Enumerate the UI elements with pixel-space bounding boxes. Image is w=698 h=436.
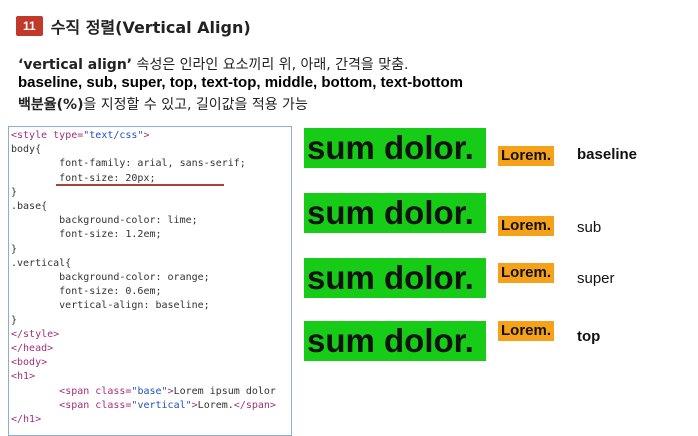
align-label: baseline	[577, 146, 638, 163]
code-line-highlighted: vertical-align: baseline;	[11, 300, 210, 312]
code-line: <body>	[11, 357, 48, 369]
percent-keyword: 백분율(%)	[18, 97, 84, 113]
code-line: .vertical{	[11, 257, 72, 269]
base-span: sum dolor.	[304, 321, 486, 361]
code-line: <span class="vertical">Lorem.</span>	[59, 399, 276, 411]
section-header: 11 수직 정렬(Vertical Align)	[16, 14, 251, 38]
code-line: </head>	[11, 343, 54, 355]
code-line: <span class="base">Lorem ipsum dolor	[59, 385, 276, 397]
base-span: sum dolor.	[304, 258, 486, 298]
description-line-1: ‘vertical align’ 속성은 인라인 요소끼리 위, 아래, 간격을…	[18, 54, 408, 74]
code-line: <style type="text/css">	[11, 130, 150, 141]
code-line: </style>	[11, 328, 60, 340]
vertical-span: Lorem.	[498, 321, 555, 341]
code-line: font-family: arial, sans-serif;	[11, 158, 246, 170]
code-line: }	[11, 243, 18, 255]
code-line: background-color: lime;	[11, 215, 198, 227]
description-line-3: 백분율(%)을 지정할 수 있고, 길이값을 적용 가능	[18, 94, 308, 114]
value-list: baseline, sub, super, top, text-top, mid…	[18, 74, 464, 91]
code-listing: <style type="text/css"> body{ font-famil…	[8, 126, 292, 436]
align-label: top	[577, 328, 601, 345]
code-line: }	[11, 314, 18, 326]
vertical-span: Lorem.	[498, 216, 555, 236]
code-line: <h1>	[11, 371, 36, 383]
code-line: body{	[11, 144, 42, 156]
code-line: }	[11, 186, 18, 198]
align-label: sub	[577, 219, 602, 236]
code-line: background-color: orange;	[11, 272, 210, 284]
align-label: super	[577, 270, 615, 287]
code-line: .base{	[11, 201, 48, 213]
base-span: sum dolor.	[304, 193, 486, 233]
code-line: font-size: 0.6em;	[11, 286, 162, 298]
code-line: </h1>	[11, 414, 42, 426]
property-keyword: ‘vertical align’	[18, 57, 133, 73]
vertical-span: Lorem.	[498, 146, 555, 166]
percent-text: 을 지정할 수 있고, 길이값을 적용 가능	[83, 97, 308, 113]
section-title: 수직 정렬(Vertical Align)	[50, 18, 251, 37]
section-number-badge: 11	[16, 16, 43, 36]
vertical-span: Lorem.	[498, 263, 555, 283]
highlight-underline	[56, 184, 224, 186]
code-line: font-size: 1.2em;	[11, 229, 162, 241]
description-text: 속성은 인라인 요소끼리 위, 아래, 간격을 맞춤.	[132, 57, 409, 73]
base-span: sum dolor.	[304, 128, 486, 168]
